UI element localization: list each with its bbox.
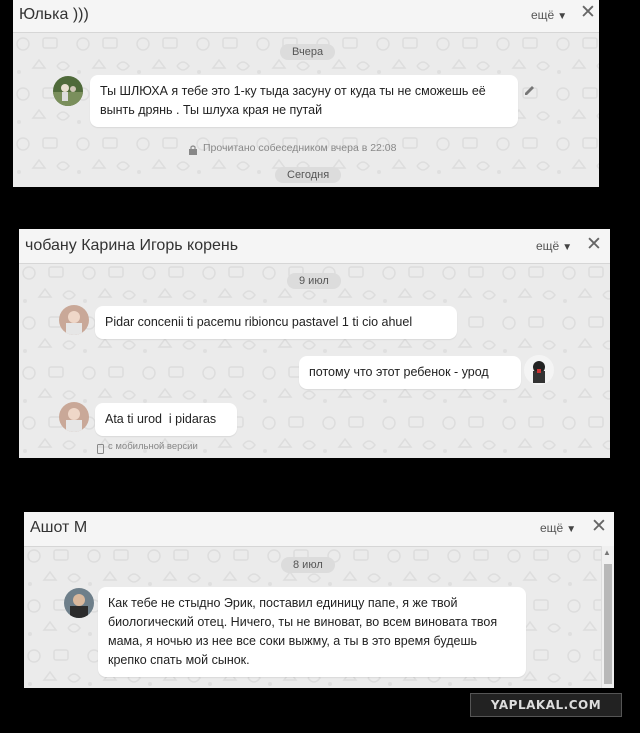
watermark: YAPLAKAL.COM: [470, 693, 622, 717]
message-bubble-incoming: Pidar concenii ti pacemu ribioncu pastav…: [95, 306, 457, 339]
chevron-down-icon: ▼: [557, 11, 568, 22]
message-bubble-outgoing: потому что этот ребенок - урод: [299, 356, 521, 389]
scroll-up-icon[interactable]: ▲: [603, 548, 611, 557]
date-separator: 9 июл: [287, 273, 341, 289]
avatar[interactable]: [524, 355, 554, 385]
more-label: ещё: [540, 521, 564, 535]
scrollbar[interactable]: ▲: [601, 546, 614, 688]
message-bubble-incoming: Ata ti urod i pidaras: [95, 403, 237, 436]
more-menu-button[interactable]: ещё ▼: [531, 8, 567, 22]
lock-icon: [188, 142, 198, 155]
more-menu-button[interactable]: ещё ▼: [540, 521, 576, 535]
chat-title: чобану Карина Игорь корень: [25, 237, 239, 254]
mobile-icon: [97, 441, 104, 454]
edit-icon[interactable]: [523, 82, 535, 95]
chat-window-2: чобану Карина Игорь корень ещё ▼ ✕ 9 июл …: [19, 229, 610, 458]
scrollbar-thumb[interactable]: [604, 564, 612, 684]
avatar[interactable]: [59, 305, 89, 335]
avatar-photo: [53, 76, 83, 106]
chat-window-3: Ашот М ещё ▼ ✕ 8 июл Как тебе не стыдно Э…: [24, 512, 614, 688]
avatar[interactable]: [53, 76, 83, 106]
mobile-status: с мобильной версии: [108, 441, 198, 452]
date-separator: Сегодня: [275, 167, 342, 183]
message-bubble: Ты ШЛЮХА я тебе это 1-ку тыда засуну от …: [90, 75, 518, 127]
close-icon[interactable]: ✕: [585, 235, 603, 254]
chat-header: чобану Карина Игорь корень ещё ▼ ✕: [19, 229, 610, 264]
message-bubble: Как тебе не стыдно Эрик, поставил единиц…: [98, 587, 526, 677]
more-label: ещё: [536, 239, 560, 253]
chat-header: Юлька ))) ещё ▼ ✕: [13, 0, 599, 33]
more-menu-button[interactable]: ещё ▼: [536, 239, 572, 253]
chat-window-1: Юлька ))) ещё ▼ ✕ Вчера Ты ШЛЮХА я тебе э…: [13, 0, 599, 187]
avatar[interactable]: [64, 588, 94, 618]
chat-header: Ашот М ещё ▼ ✕: [24, 512, 614, 547]
more-label: ещё: [531, 8, 555, 22]
chevron-down-icon: ▼: [562, 242, 573, 253]
chat-title: Юлька ))): [19, 6, 89, 23]
chat-title: Ашот М: [30, 519, 88, 536]
date-separator: 8 июл: [281, 557, 335, 573]
chevron-down-icon: ▼: [566, 524, 577, 535]
avatar[interactable]: [59, 402, 89, 432]
date-separator: Вчера: [280, 44, 336, 60]
close-icon[interactable]: ✕: [590, 517, 608, 536]
close-icon[interactable]: ✕: [579, 3, 597, 22]
read-status: Прочитано собеседником вчера в 22:08: [203, 142, 397, 154]
